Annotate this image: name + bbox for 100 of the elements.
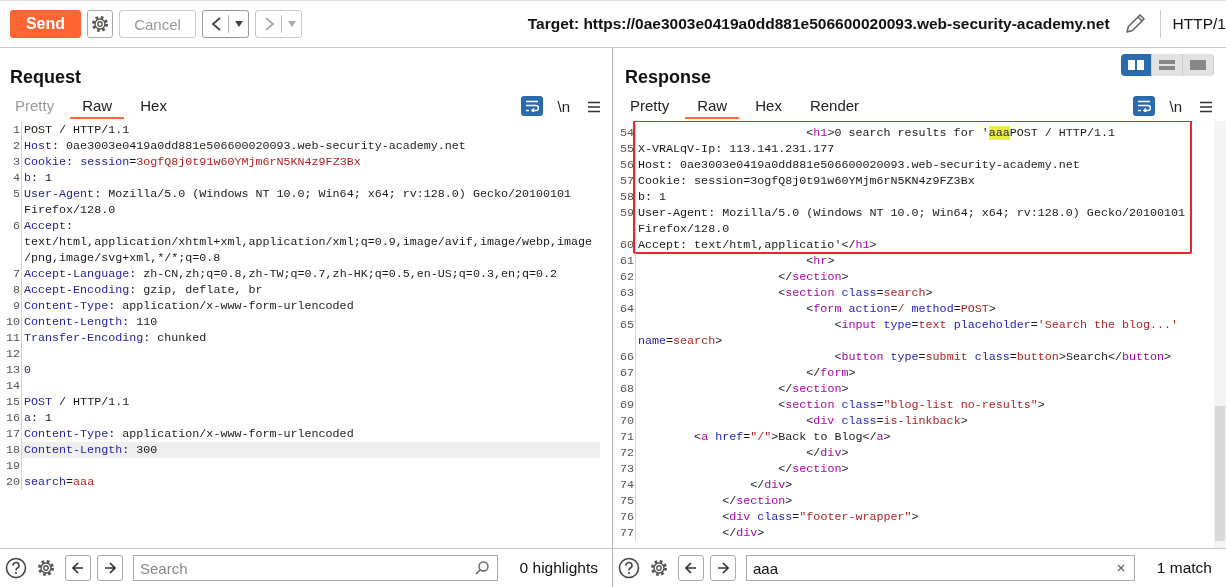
code-line: </section> [777, 381, 850, 397]
previous-button[interactable] [678, 555, 704, 581]
code-line: </div> [749, 477, 794, 493]
line-number: 55 [613, 141, 636, 157]
code-line: Accept: text/html,application/xhtml+xml,application/xml;q=0.9,image/avif,image/webp,image /png,image/svg+xml,*/*;q=0.8 [23, 218, 594, 266]
line-number: 54 [613, 125, 636, 141]
caret-icon[interactable] [235, 21, 243, 27]
line-number: 5 [0, 186, 22, 218]
line-number: 10 [0, 314, 22, 330]
settings-icon[interactable] [36, 558, 56, 578]
code-line: search=aaa [23, 474, 96, 490]
protocol-label[interactable]: HTTP/1 [1172, 15, 1226, 33]
line-number: 66 [613, 349, 636, 365]
line-number: 12 [0, 346, 22, 362]
code-line: <hr> [805, 253, 836, 269]
code-line: a: 1 [23, 410, 54, 426]
line-number: 4 [0, 170, 22, 186]
code-line: <input type=text placeholder='Search the blog...' name=search> [637, 317, 1180, 349]
line-number: 2 [0, 138, 22, 154]
code-line: Cookie: session=3ogfQ8j0t91w60YMjm6rN5KN4z9FZ3Bx [23, 154, 362, 170]
code-line: User-Agent: Mozilla/5.0 (Windows NT 10.0; Win64; x64; rv:128.0) Gecko/20100101 Firefox/128.0 [23, 186, 573, 218]
chevron-left-icon[interactable] [211, 16, 222, 32]
line-number: 15 [0, 394, 22, 410]
menu-icon[interactable] [586, 99, 602, 115]
tab[interactable]: Raw [685, 95, 740, 119]
line-number: 67 [613, 365, 636, 381]
line-number: 6 [0, 218, 22, 266]
code-line: Accept-Encoding: gzip, deflate, br [23, 282, 264, 298]
search-field[interactable]: Search [133, 555, 498, 581]
arrow-left-icon[interactable] [685, 562, 697, 574]
target-url: Target: https://0ae3003e0419a0dd881e506600020093.web-security-academy.net [527, 15, 1110, 33]
line-number: 73 [613, 461, 636, 477]
line-number: 11 [0, 330, 22, 346]
next-button[interactable] [710, 555, 736, 581]
tab[interactable]: Pretty [625, 95, 682, 119]
line-number: 68 [613, 381, 636, 397]
line-number: 1 [0, 122, 22, 138]
code-line: <button type=submit class=button>Search</button> [833, 349, 1173, 365]
help-icon[interactable] [618, 557, 640, 579]
line-number: 72 [613, 445, 636, 461]
line-number: 70 [613, 413, 636, 429]
line-number: 62 [613, 269, 636, 285]
code-line: Content-Length: 110 [23, 314, 159, 330]
code-line: </section> [721, 493, 794, 509]
newline-toggle[interactable]: \n [1169, 95, 1182, 117]
code-line: Cookie: session=3ogfQ8j0t91w60YMjm6rN5KN4z9FZ3Bx [637, 173, 976, 189]
code-line: Accept: text/html,applicatio'</h1> [637, 237, 878, 253]
line-number: 58 [613, 189, 636, 205]
code-line: </div> [805, 445, 850, 461]
line-number: 61 [613, 253, 636, 269]
arrow-left-icon[interactable] [72, 562, 84, 574]
line-number: 7 [0, 266, 22, 282]
search-icon[interactable] [473, 560, 490, 576]
tab[interactable]: Render [797, 95, 872, 119]
line-number: 16 [0, 410, 22, 426]
line-number: 75 [613, 493, 636, 509]
next-button[interactable] [97, 555, 123, 581]
line-number: 8 [0, 282, 22, 298]
code-line: POST / HTTP/1.1 [23, 122, 131, 138]
line-number: 19 [0, 458, 22, 474]
line-number: 63 [613, 285, 636, 301]
match-count: 0 highlights [518, 559, 599, 577]
code-line: Accept-Language: zh-CN,zh;q=0.8,zh-TW;q=0.7,zh-HK;q=0.5,en-US;q=0.3,en;q=0.2 [23, 266, 559, 282]
tab[interactable]: Raw [70, 95, 125, 119]
code-line: </section> [777, 269, 850, 285]
code-line: POST / HTTP/1.1 [23, 394, 131, 410]
line-number: 64 [613, 301, 636, 317]
pane-title: Response [625, 66, 712, 88]
code-line: <form action=/ method=POST> [805, 301, 997, 317]
tab[interactable]: Hex [743, 95, 794, 119]
code-line: b: 1 [637, 189, 668, 205]
arrow-right-icon[interactable] [104, 562, 116, 574]
code-line: 0 [23, 362, 32, 378]
line-number: 14 [0, 378, 22, 394]
help-icon[interactable] [5, 557, 27, 579]
code-line: b: 1 [23, 170, 54, 186]
two-rows-icon[interactable] [1159, 60, 1175, 70]
search-field[interactable]: aaa [746, 555, 1135, 581]
code-line: <div class=is-linkback> [805, 413, 969, 429]
line-number: 59 [613, 205, 636, 237]
two-columns-icon[interactable] [1128, 60, 1144, 70]
menu-icon[interactable] [1198, 99, 1214, 115]
layout-button[interactable] [1121, 54, 1152, 76]
code-line: <div class="footer-wrapper"> [721, 509, 920, 525]
settings-icon[interactable] [649, 558, 669, 578]
code-line: User-Agent: Mozilla/5.0 (Windows NT 10.0; Win64; x64; rv:128.0) Gecko/20100101 Firefox/128.0 [637, 205, 1187, 237]
code-line: Content-Type: application/x-www-form-urlencoded [23, 298, 355, 314]
newline-toggle[interactable]: \n [557, 95, 570, 117]
line-number: 13 [0, 362, 22, 378]
line-number: 65 [613, 317, 636, 349]
arrow-right-icon[interactable] [717, 562, 729, 574]
line-number: 20 [0, 474, 22, 490]
code-line: <a href="/">Back to Blog</a> [693, 429, 892, 445]
previous-button[interactable] [65, 555, 91, 581]
line-number: 56 [613, 157, 636, 173]
back-button[interactable] [202, 10, 249, 38]
tab[interactable]: Hex [128, 95, 179, 119]
code-line: </div> [721, 525, 766, 541]
line-number: 77 [613, 525, 636, 541]
scrollbar-thumb[interactable] [1215, 406, 1225, 541]
